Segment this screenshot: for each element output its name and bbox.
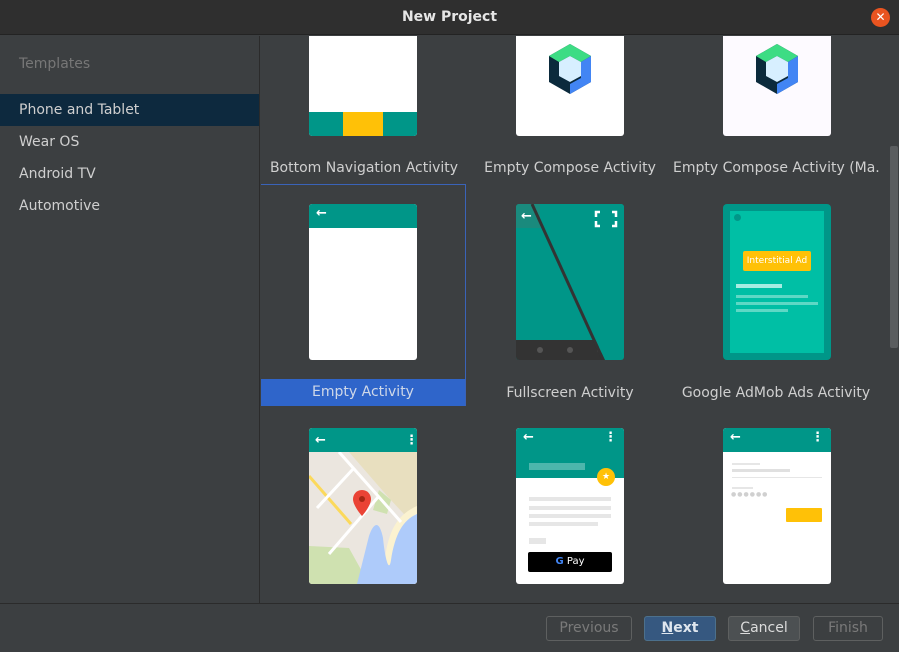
sidebar-item-automotive[interactable]: Automotive [0, 190, 259, 222]
sidebar-item-label: Android TV [19, 166, 96, 182]
login-preview: ← ⋮ ●●●●●● [723, 428, 831, 584]
template-google-pay-activity[interactable]: ← ⋮ ★ G Pay [467, 408, 673, 603]
new-project-dialog: New Project ✕ Templates Phone and Tablet… [0, 0, 899, 652]
template-gallery: Bottom Navigation Activity Empty Compose… [261, 36, 899, 603]
template-fullscreen-activity[interactable]: ← Fullscreen Activity [467, 184, 673, 406]
more-icon: ⋮ [405, 433, 417, 448]
back-arrow-icon: ← [316, 206, 327, 221]
close-button[interactable]: ✕ [871, 8, 890, 27]
back-arrow-icon: ← [315, 433, 326, 448]
template-bottom-navigation-activity[interactable]: Bottom Navigation Activity [261, 36, 467, 182]
finish-button[interactable]: Finish [813, 616, 883, 641]
template-login-activity[interactable]: ← ⋮ ●●●●●● [673, 408, 879, 603]
template-label: Empty Compose Activity [484, 160, 656, 176]
template-google-admob-ads-activity[interactable]: Interstitial Ad Google AdMob Ads Activit… [673, 184, 879, 406]
sidebar-item-label: Automotive [19, 198, 100, 214]
gpay-preview: ← ⋮ ★ G Pay [516, 428, 624, 584]
template-label: Bottom Navigation Activity [269, 160, 459, 176]
back-arrow-icon: ← [521, 209, 532, 224]
template-empty-compose-activity[interactable]: Empty Compose Activity [467, 36, 673, 182]
back-arrow-icon: ← [523, 430, 534, 445]
template-label: Google AdMob Ads Activity [681, 385, 871, 401]
gpay-button: G Pay [528, 552, 612, 572]
empty-activity-preview: ← [309, 204, 417, 360]
sidebar-item-wear-os[interactable]: Wear OS [0, 126, 259, 158]
interstitial-ad-badge: Interstitial Ad [743, 251, 811, 271]
template-google-maps-activity[interactable]: ← ⋮ [261, 408, 467, 603]
template-label: Fullscreen Activity [506, 385, 634, 401]
compose-logo-icon [549, 44, 591, 94]
bottom-navigation-preview [309, 36, 417, 136]
close-icon: ✕ [875, 10, 886, 24]
fullscreen-illustration: ← [516, 204, 624, 360]
sidebar-header: Templates [19, 56, 91, 72]
compose-logo-icon [756, 44, 798, 94]
maps-preview: ← ⋮ [309, 428, 417, 584]
template-label: Empty Compose Activity (Ma... [673, 160, 879, 176]
compose-preview [516, 36, 624, 136]
admob-preview: Interstitial Ad [723, 204, 831, 360]
next-button[interactable]: Next [644, 616, 716, 641]
previous-button[interactable]: Previous [546, 616, 632, 641]
map-illustration: ← ⋮ [309, 428, 417, 584]
sidebar-item-phone-and-tablet[interactable]: Phone and Tablet [0, 94, 259, 126]
star-icon: ★ [597, 468, 615, 486]
more-icon: ⋮ [604, 430, 617, 445]
title-bar: New Project ✕ [0, 0, 899, 35]
more-icon: ⋮ [811, 430, 824, 445]
app-bar: ← [309, 204, 417, 228]
compose-preview [723, 36, 831, 136]
sidebar-item-android-tv[interactable]: Android TV [0, 158, 259, 190]
template-empty-compose-activity-material3[interactable]: Empty Compose Activity (Ma... [673, 36, 879, 182]
fullscreen-preview: ← [516, 204, 624, 360]
sidebar-item-label: Phone and Tablet [19, 102, 140, 118]
template-label: Empty Activity [261, 379, 465, 406]
dialog-title: New Project [401, 9, 498, 25]
templates-sidebar: Templates Phone and Tablet Wear OS Andro… [0, 36, 260, 603]
back-arrow-icon: ← [730, 430, 741, 445]
dialog-footer: Previous Next Cancel Finish [0, 603, 899, 652]
app-bar: ← ⋮ [723, 428, 831, 452]
template-empty-activity[interactable]: ← Empty Activity [261, 184, 466, 406]
sidebar-item-label: Wear OS [19, 134, 80, 150]
cancel-button[interactable]: Cancel [728, 616, 800, 641]
vertical-scrollbar[interactable] [890, 146, 898, 348]
google-g-icon: G [555, 556, 564, 567]
